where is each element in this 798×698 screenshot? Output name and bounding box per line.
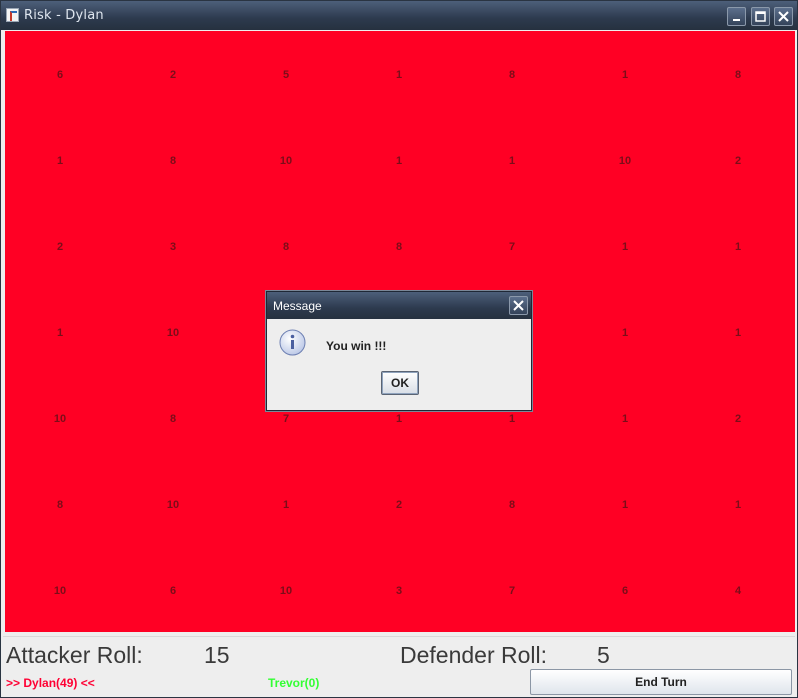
territory-army-count[interactable]: 10 <box>40 585 80 597</box>
territory-army-count[interactable]: 8 <box>153 413 193 425</box>
territory-army-count[interactable]: 2 <box>718 413 758 425</box>
territory-army-count[interactable]: 1 <box>40 327 80 339</box>
dialog-message: You win !!! <box>326 339 387 353</box>
territory-army-count[interactable]: 7 <box>492 241 532 253</box>
territory-army-count[interactable]: 1 <box>605 69 645 81</box>
territory-army-count[interactable]: 7 <box>266 413 306 425</box>
territory-army-count[interactable]: 8 <box>40 499 80 511</box>
territory-army-count[interactable]: 2 <box>40 241 80 253</box>
territory-army-count[interactable]: 6 <box>40 69 80 81</box>
territory-army-count[interactable]: 1 <box>718 499 758 511</box>
territory-army-count[interactable]: 6 <box>605 585 645 597</box>
current-player-label: >> Dylan(49) << <box>6 676 95 690</box>
territory-army-count[interactable]: 1 <box>605 327 645 339</box>
territory-army-count[interactable]: 1 <box>718 241 758 253</box>
info-icon <box>279 329 306 356</box>
close-button[interactable] <box>774 7 793 26</box>
territory-army-count[interactable]: 1 <box>718 327 758 339</box>
attacker-roll-value: 15 <box>204 642 230 668</box>
territory-army-count[interactable]: 8 <box>492 69 532 81</box>
dialog-close-button[interactable] <box>509 296 528 315</box>
territory-army-count[interactable]: 2 <box>379 499 419 511</box>
minimize-button[interactable] <box>727 7 746 26</box>
territory-army-count[interactable]: 5 <box>266 69 306 81</box>
territory-army-count[interactable]: 1 <box>492 413 532 425</box>
maximize-button[interactable] <box>751 7 770 26</box>
close-icon <box>778 11 789 22</box>
territory-army-count[interactable]: 1 <box>492 155 532 167</box>
territory-army-count[interactable]: 8 <box>379 241 419 253</box>
territory-army-count[interactable]: 4 <box>718 585 758 597</box>
territory-army-count[interactable]: 1 <box>266 499 306 511</box>
territory-army-count[interactable]: 1 <box>40 155 80 167</box>
territory-army-count[interactable]: 1 <box>605 241 645 253</box>
minimize-icon <box>733 19 740 21</box>
territory-army-count[interactable]: 7 <box>492 585 532 597</box>
app-window: Risk - Dylan 6 2 5 1 8 1 8 1 8 10 1 1 10 2 2 3 8 8 7 1 1 1 10 1… <box>0 0 798 698</box>
territory-army-count[interactable]: 2 <box>153 69 193 81</box>
territory-army-count[interactable]: 6 <box>153 585 193 597</box>
territory-army-count[interactable]: 8 <box>266 241 306 253</box>
maximize-icon <box>755 11 766 22</box>
territory-army-count[interactable]: 2 <box>718 155 758 167</box>
territory-army-count[interactable]: 10 <box>40 413 80 425</box>
territory-army-count[interactable]: 10 <box>605 155 645 167</box>
territory-army-count[interactable]: 10 <box>266 155 306 167</box>
territory-army-count[interactable]: 1 <box>379 69 419 81</box>
attacker-roll-label: Attacker Roll: <box>6 642 143 668</box>
message-dialog: Message You win !!! OK <box>266 291 532 411</box>
territory-army-count[interactable]: 10 <box>153 327 193 339</box>
ok-button[interactable]: OK <box>381 371 419 395</box>
territory-army-count[interactable]: 8 <box>492 499 532 511</box>
end-turn-button[interactable]: End Turn <box>530 669 792 695</box>
window-title: Risk - Dylan <box>24 8 104 23</box>
territory-army-count[interactable]: 8 <box>153 155 193 167</box>
territory-army-count[interactable]: 3 <box>379 585 419 597</box>
territory-army-count[interactable]: 8 <box>718 69 758 81</box>
other-player-label: Trevor(0) <box>268 676 320 690</box>
defender-roll-value: 5 <box>597 642 610 668</box>
territory-army-count[interactable]: 1 <box>605 413 645 425</box>
territory-army-count[interactable]: 1 <box>605 499 645 511</box>
dialog-title: Message <box>273 299 322 313</box>
dialog-title-bar[interactable]: Message <box>267 292 531 319</box>
divider <box>3 636 795 637</box>
title-bar[interactable]: Risk - Dylan <box>1 1 797 30</box>
territory-army-count[interactable]: 10 <box>153 499 193 511</box>
territory-army-count[interactable]: 1 <box>379 155 419 167</box>
defender-roll-label: Defender Roll: <box>400 642 548 668</box>
close-icon <box>513 300 524 311</box>
java-app-icon <box>6 8 19 22</box>
territory-army-count[interactable]: 10 <box>266 585 306 597</box>
territory-army-count[interactable]: 1 <box>379 413 419 425</box>
territory-army-count[interactable]: 3 <box>153 241 193 253</box>
